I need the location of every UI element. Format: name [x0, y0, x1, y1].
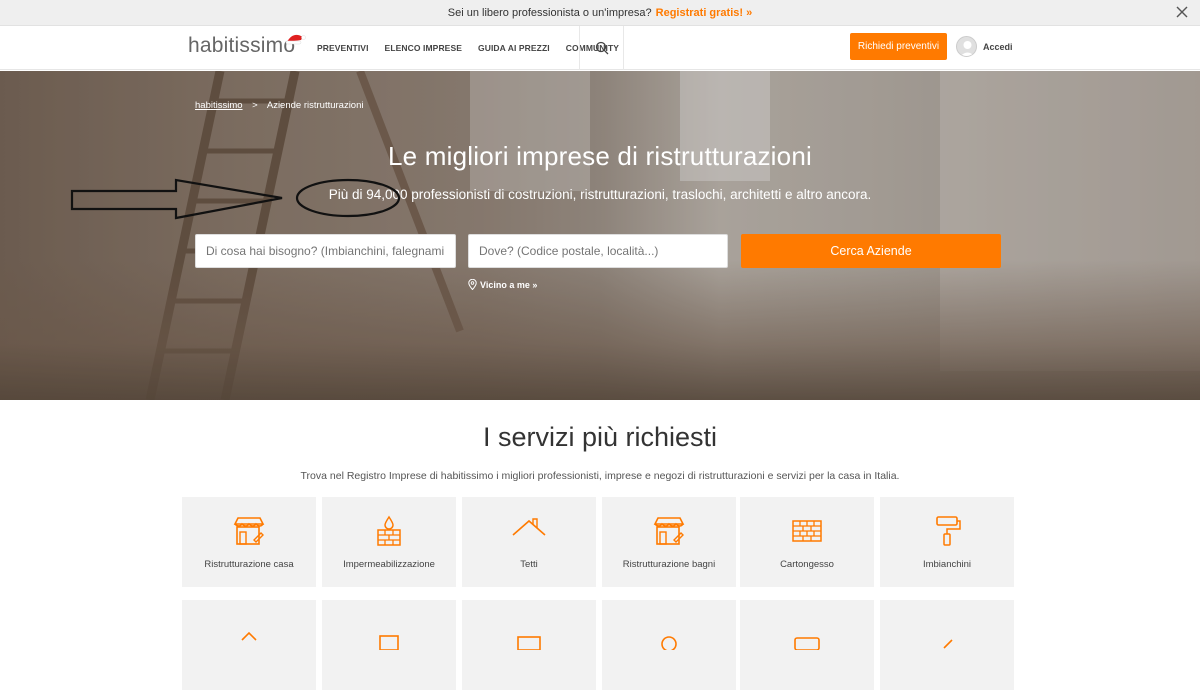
- login-link[interactable]: Accedi: [983, 42, 1013, 52]
- logo[interactable]: habitissimo: [188, 34, 295, 58]
- near-me-label: Vicino a me »: [480, 279, 538, 290]
- service-card[interactable]: [322, 600, 456, 690]
- service-card-label: Cartongesso: [780, 559, 834, 570]
- nav-preventivi[interactable]: PREVENTIVI: [317, 43, 369, 53]
- nav-elenco-imprese[interactable]: ELENCO IMPRESE: [385, 43, 462, 53]
- breadcrumb-home-link[interactable]: habitissimo: [195, 100, 243, 111]
- header-search-button[interactable]: [579, 26, 624, 70]
- avatar[interactable]: [956, 36, 977, 57]
- service-card[interactable]: [182, 600, 316, 690]
- close-icon[interactable]: [1174, 4, 1190, 20]
- drop-bricks-icon: [377, 515, 401, 546]
- near-me-link[interactable]: Vicino a me »: [468, 279, 537, 290]
- promo-bar: Sei un libero professionista o un'impres…: [0, 0, 1200, 26]
- promo-text: Sei un libero professionista o un'impres…: [447, 6, 652, 19]
- service-card-label: Impermeabilizzazione: [343, 559, 435, 570]
- request-quote-button[interactable]: Richiedi preventivi: [850, 33, 947, 60]
- service-card[interactable]: Ristrutturazione casa: [182, 497, 316, 587]
- service-card[interactable]: [602, 600, 736, 690]
- window-icon: [794, 637, 820, 650]
- page-title: Le migliori imprese di ristrutturazioni: [388, 141, 812, 171]
- service-card[interactable]: Ristrutturazione bagni: [602, 497, 736, 587]
- search-icon: [595, 41, 608, 55]
- services-description: Trova nel Registro Imprese di habitissim…: [300, 470, 900, 482]
- nav-guida-prezzi[interactable]: GUIDA AI PREZZI: [478, 43, 550, 53]
- paint-roller-icon: [936, 516, 961, 546]
- service-card-label: Tetti: [520, 559, 538, 570]
- service-card[interactable]: Cartongesso: [740, 497, 874, 587]
- globe-icon: [661, 636, 677, 650]
- window-icon: [379, 635, 399, 650]
- hero-section: habitissimo > Aziende ristrutturazioni L…: [0, 71, 1200, 400]
- shop-icon: [653, 517, 685, 545]
- site-header: habitissimo PREVENTIVI ELENCO IMPRESE GU…: [0, 26, 1200, 70]
- breadcrumb-current: Aziende ristrutturazioni: [266, 100, 364, 111]
- logo-text: habitissimo: [188, 34, 296, 57]
- santa-hat-icon: [285, 34, 306, 45]
- hero-subtitle: Più di 94,000 professionisti di costruzi…: [328, 187, 872, 202]
- roof-icon: [241, 631, 257, 641]
- location-pin-icon: [468, 279, 477, 290]
- shop-icon: [233, 517, 265, 545]
- user-icon: [960, 41, 975, 56]
- breadcrumb-separator: >: [252, 100, 258, 111]
- location-input[interactable]: [468, 234, 728, 268]
- service-card[interactable]: [880, 600, 1014, 690]
- register-link[interactable]: Registrati gratis! »: [656, 7, 753, 19]
- service-card[interactable]: [462, 600, 596, 690]
- service-card-label: Imbianchini: [922, 559, 972, 570]
- service-search-input[interactable]: [195, 234, 456, 268]
- roof-icon: [512, 518, 546, 536]
- window-icon: [517, 636, 541, 650]
- services-title: I servizi più richiesti: [482, 422, 718, 452]
- search-companies-button[interactable]: Cerca Aziende: [741, 234, 1001, 268]
- service-card[interactable]: [740, 600, 874, 690]
- service-card[interactable]: Impermeabilizzazione: [322, 497, 456, 587]
- service-card[interactable]: Tetti: [462, 497, 596, 587]
- tool-icon: [943, 639, 953, 649]
- service-card-label: Ristrutturazione casa: [204, 559, 294, 570]
- service-card[interactable]: Imbianchini: [880, 497, 1014, 587]
- breadcrumb: habitissimo > Aziende ristrutturazioni: [195, 100, 364, 111]
- service-card-label: Ristrutturazione bagni: [622, 559, 716, 570]
- bricks-icon: [792, 520, 822, 542]
